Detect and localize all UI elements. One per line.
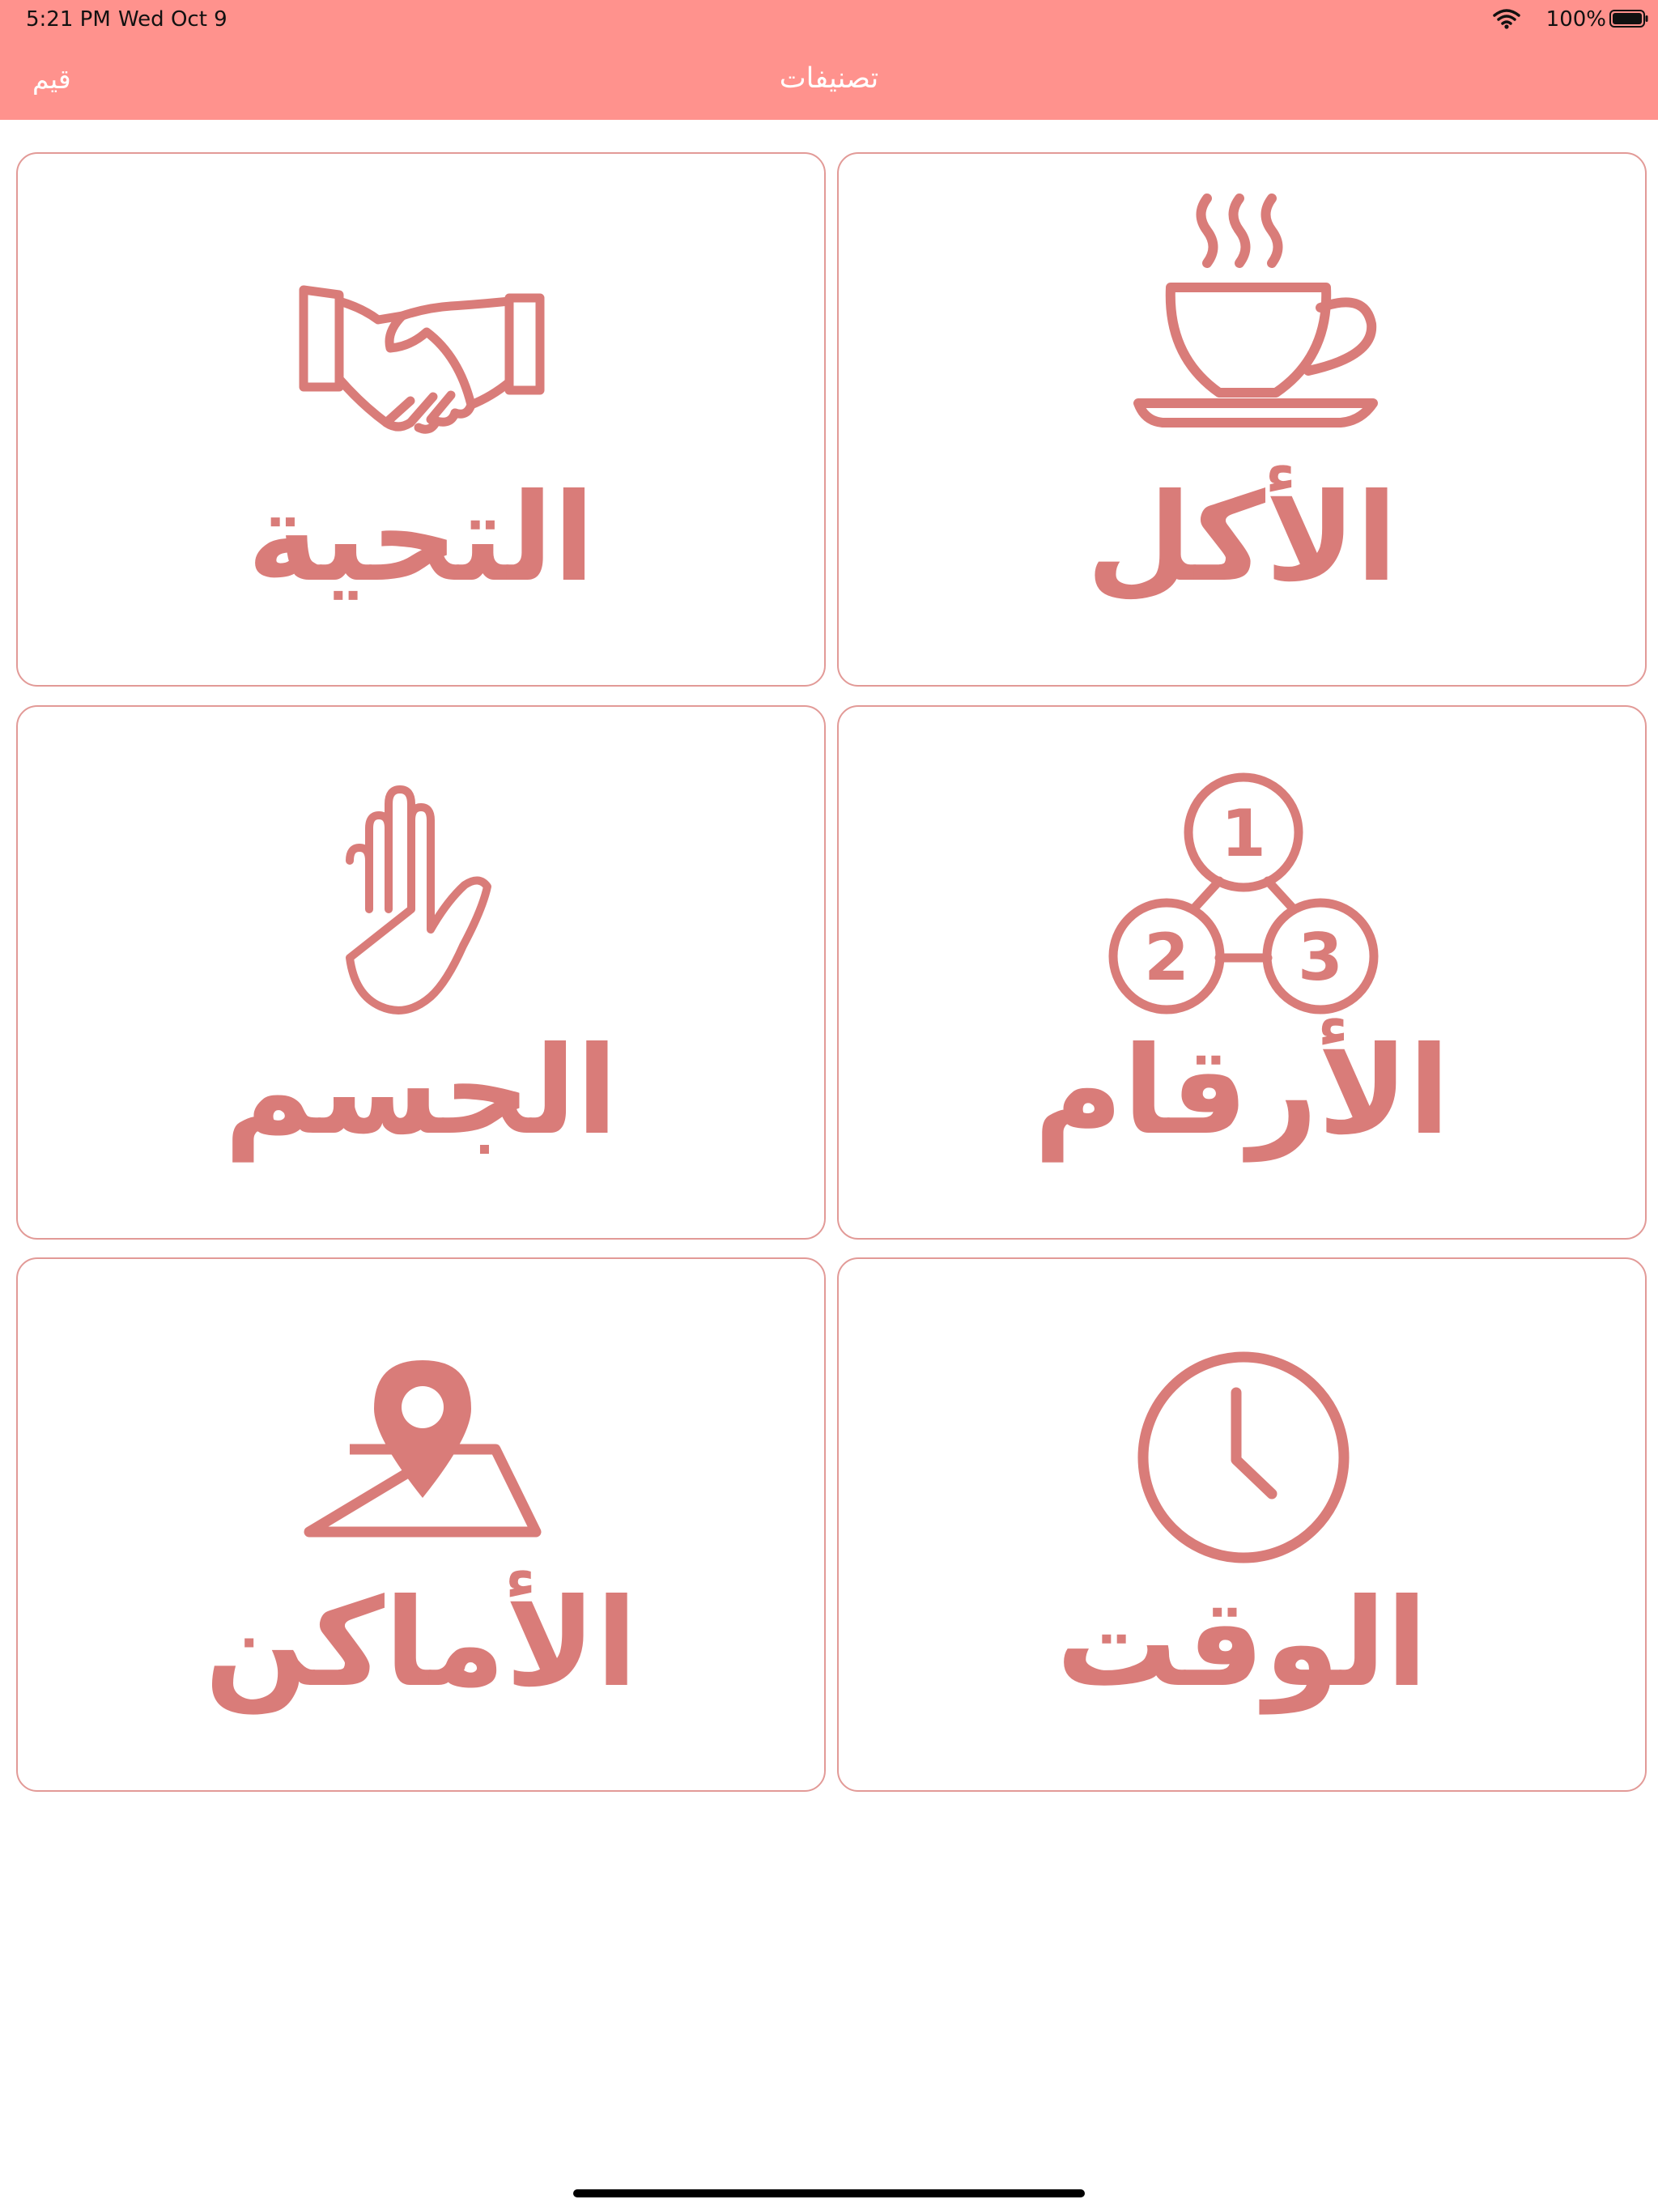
category-label-numbers: الأرقام (1034, 1021, 1450, 1162)
battery-percentage: 100% (1545, 7, 1606, 32)
clock-icon (1137, 1351, 1350, 1563)
category-card-body[interactable]: الجسم (16, 705, 826, 1240)
category-card-food[interactable]: الأكل (837, 152, 1647, 687)
numbers-icon: 1 2 3 (1108, 772, 1379, 1015)
category-card-numbers[interactable]: 1 2 3 الأرقام (837, 705, 1647, 1240)
number-two: 2 (1144, 920, 1189, 995)
home-indicator[interactable] (573, 2189, 1085, 2197)
battery-icon (1609, 10, 1648, 28)
wifi-icon (1493, 9, 1520, 29)
category-label-body: الجسم (223, 1021, 619, 1162)
category-label-food: الأكل (1086, 468, 1398, 609)
map-pin-icon (304, 1360, 542, 1538)
category-label-greetings: التحية (247, 468, 595, 609)
status-time: 5:21 PM (26, 7, 111, 32)
category-card-places[interactable]: الأماكن (16, 1257, 826, 1792)
category-card-time[interactable]: الوقت (837, 1257, 1647, 1792)
status-date: Wed Oct 9 (118, 7, 227, 32)
category-label-time: الوقت (1056, 1573, 1428, 1714)
page-title: تصنيفات (779, 62, 879, 95)
handshake-icon (299, 285, 545, 434)
category-label-places: الأماكن (204, 1573, 638, 1714)
category-card-greetings[interactable]: التحية (16, 152, 826, 687)
number-one: 1 (1221, 796, 1266, 871)
number-three: 3 (1298, 920, 1343, 995)
hand-icon (346, 785, 491, 1015)
navigation-header: 5:21 PM Wed Oct 9 100% قيم تصنيفات (0, 0, 1658, 120)
coffee-cup-icon (1133, 194, 1378, 428)
